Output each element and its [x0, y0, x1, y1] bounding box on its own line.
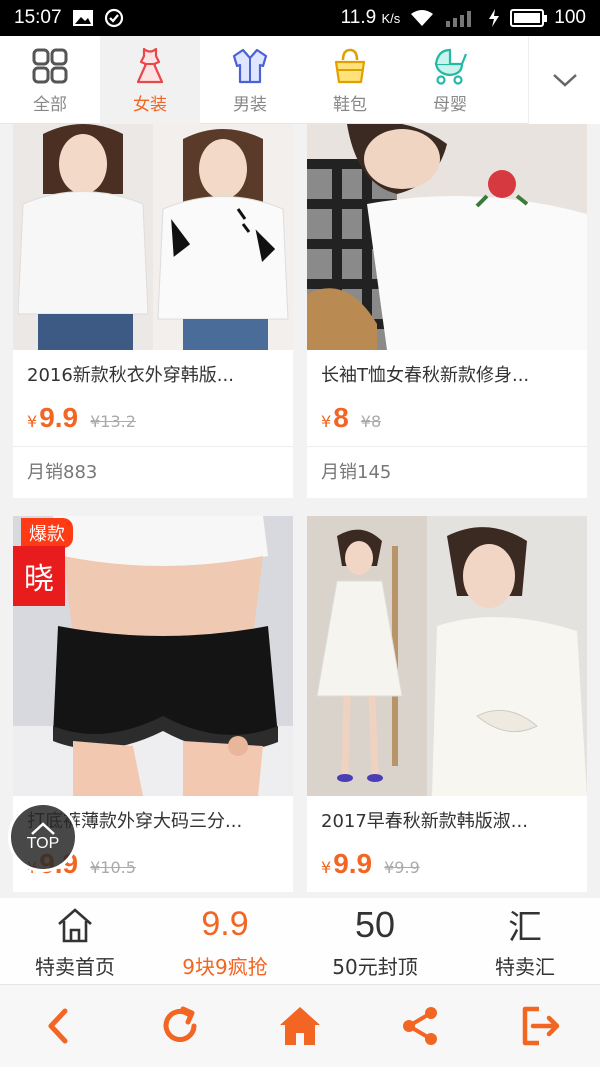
product-image — [307, 516, 587, 796]
promo-overlay: 晓 — [13, 546, 65, 606]
nav-sale-hub[interactable]: 汇 特卖汇 — [450, 898, 600, 986]
exit-icon[interactable] — [517, 1003, 563, 1049]
nav-label: 特卖首页 — [35, 954, 115, 979]
browser-toolbar — [0, 984, 600, 1067]
bottom-nav: 特卖首页 9.9 9块9疯抢 50 50元封顶 汇 特卖汇 — [0, 898, 600, 986]
product-image: 爆款 晓 — [13, 516, 293, 796]
product-title: 长袖T恤女春秋新款修身... — [321, 365, 530, 386]
price-row: ¥ 9.9 ¥13.2 — [13, 402, 293, 446]
tab-women[interactable]: 女装 — [100, 36, 200, 124]
product-feed[interactable]: 2016新款秋衣外穿韩版... ¥ 9.9 ¥13.2 月销883 长袖T恤女春… — [0, 124, 600, 984]
shirt-icon — [232, 48, 268, 83]
wifi-icon — [410, 9, 434, 27]
check-circle-icon — [104, 8, 124, 28]
price-row: ¥ 9.9 ¥9.9 — [307, 848, 587, 892]
nav-label: 9块9疯抢 — [182, 954, 268, 979]
bag-icon — [334, 48, 366, 83]
tab-all[interactable]: 全部 — [0, 36, 100, 124]
currency-symbol: ¥ — [321, 858, 332, 877]
tab-shoes-bags[interactable]: 鞋包 — [300, 36, 400, 124]
sale-price: 9.9 — [39, 402, 79, 433]
dress-icon — [136, 47, 164, 83]
expand-categories-button[interactable] — [528, 36, 600, 124]
back-to-top-button[interactable]: TOP — [8, 802, 78, 872]
stroller-icon — [434, 48, 468, 85]
tab-label: 鞋包 — [333, 94, 367, 115]
original-price: ¥13.2 — [90, 412, 136, 431]
nav-label: 50元封顶 — [332, 954, 418, 979]
nav-nine-nine[interactable]: 9.9 9块9疯抢 — [150, 898, 300, 986]
status-bar: 15:07 11.9 K/s 100 — [0, 0, 600, 36]
nav-label: 特卖汇 — [495, 954, 555, 979]
charging-icon — [488, 9, 500, 27]
product-image — [13, 124, 293, 350]
original-price: ¥9.9 — [384, 858, 420, 877]
price-row: ¥ 8 ¥8 — [307, 402, 587, 446]
tab-label: 全部 — [33, 94, 67, 115]
tab-men[interactable]: 男装 — [200, 36, 300, 124]
back-icon[interactable] — [37, 1003, 83, 1049]
nav-fifty-cap[interactable]: 50 50元封顶 — [300, 898, 450, 986]
monthly-sales: 月销145 — [307, 446, 587, 498]
nav-sale-home[interactable]: 特卖首页 — [0, 898, 150, 986]
tab-label: 女装 — [133, 94, 167, 115]
sale-price: 8 — [333, 402, 349, 433]
share-icon[interactable] — [397, 1003, 443, 1049]
product-card[interactable]: 2016新款秋衣外穿韩版... ¥ 9.9 ¥13.2 月销883 — [13, 124, 293, 498]
currency-symbol: ¥ — [321, 412, 332, 431]
network-speed: 11.9 K/s — [340, 7, 401, 28]
tab-baby[interactable]: 母婴 — [400, 36, 500, 124]
product-image — [307, 124, 587, 350]
image-notification-icon — [72, 9, 94, 27]
hui-icon: 汇 — [508, 909, 542, 947]
product-card[interactable]: 长袖T恤女春秋新款修身... ¥ 8 ¥8 月销145 — [307, 124, 587, 498]
home-icon[interactable] — [277, 1003, 323, 1049]
sale-price: 9.9 — [333, 848, 373, 879]
top-label: TOP — [26, 835, 60, 852]
signal-icon — [444, 9, 478, 27]
product-title: 2016新款秋衣外穿韩版... — [27, 365, 234, 386]
nine-nine-icon: 9.9 — [201, 905, 249, 943]
tab-label: 母婴 — [433, 94, 467, 115]
battery-level: 100 — [554, 7, 586, 28]
chevron-down-icon — [552, 74, 577, 87]
fifty-icon: 50 — [354, 903, 396, 945]
tab-label: 男装 — [233, 94, 267, 115]
monthly-sales: 月销883 — [13, 446, 293, 498]
battery-icon — [510, 9, 548, 27]
category-tabs: 全部 女装 男装 鞋包 母婴 — [0, 36, 600, 124]
original-price: ¥10.5 — [90, 858, 136, 877]
original-price: ¥8 — [360, 412, 382, 431]
hot-badge: 爆款 — [21, 518, 73, 548]
refresh-icon[interactable] — [157, 1003, 203, 1049]
grid-icon — [32, 48, 68, 83]
status-time: 15:07 — [14, 7, 62, 28]
product-title: 2017早春秋新款韩版淑... — [321, 811, 528, 832]
currency-symbol: ¥ — [27, 412, 38, 431]
product-card[interactable]: 2017早春秋新款韩版淑... ¥ 9.9 ¥9.9 — [307, 516, 587, 892]
home-outline-icon — [55, 905, 95, 945]
